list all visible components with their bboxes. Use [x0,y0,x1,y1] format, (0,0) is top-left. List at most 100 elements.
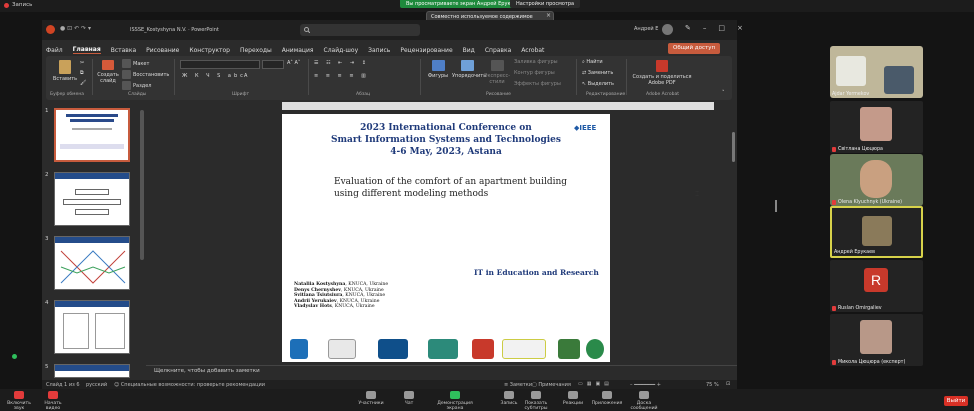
slide-thumbnail-3[interactable] [54,236,130,290]
share-screen-icon [450,391,460,399]
participant-tile-active[interactable]: Андрей Ерукаев [830,206,923,258]
font-family-select[interactable] [180,60,260,69]
thumb-number: 3 [45,236,49,242]
menu-tab[interactable]: Главная [72,46,101,54]
menu-tab[interactable]: Переходы [240,47,272,54]
autosave-toggle-icon[interactable]: ● ⊡ ↶ ↷ ▾ [60,25,91,32]
menu-tab[interactable]: Справка [485,47,511,54]
divider [420,59,421,95]
menu-tab[interactable]: Вставка [111,47,136,54]
accessibility-status[interactable]: ☺ Специальные возможности: проверьте рек… [114,382,265,388]
view-options-button[interactable]: Настройки просмотра [510,0,581,8]
replace-button[interactable]: ⇄ Заменить [582,70,613,76]
zoom-control-label: Показать субтитры [524,401,548,411]
fit-slide-icon[interactable]: ⊡ [726,381,730,387]
minimize-icon[interactable]: – [703,24,707,32]
view-buttons[interactable]: ▭▦▣▤ [578,381,613,387]
new-slide-button[interactable]: Создать слайд [96,60,120,84]
participant-name: Микола Цюцюра (експерт) [832,360,905,365]
participant-tile[interactable]: Olena Klyuchnyk (Ukraine) [830,154,923,206]
menu-tab[interactable]: Конструктор [189,47,230,54]
zoom-control-button[interactable]: Включить звук [4,391,34,411]
create-pdf-button[interactable]: Создать и поделиться Adobe PDF [632,60,692,86]
shape-fill-button[interactable]: Заливка фигуры [514,59,558,65]
menu-tab[interactable]: Рисование [146,47,179,54]
participant-tile[interactable]: R Ruslan Omirgaliev [830,260,923,312]
cut-icon[interactable]: ✂ [80,60,84,66]
zoom-control-button[interactable]: Демонстрация экрана [430,391,480,411]
panel-divider[interactable] [775,200,777,212]
close-icon[interactable]: × [546,13,551,19]
recording-indicator[interactable]: Запись [4,2,32,8]
slide[interactable]: 2023 International Conference on Smart I… [282,114,699,362]
zoom-control-button[interactable]: Показать субтитры [514,391,558,411]
menu-tab[interactable]: Анимация [282,47,314,54]
select-button[interactable]: ↖ Выделить [582,81,614,87]
group-font: Шрифт [232,92,250,97]
arrange-button[interactable]: Упорядочить [452,60,486,79]
avatar[interactable] [662,24,673,35]
pen-icon[interactable]: ✎ [685,24,691,32]
format-painter-icon[interactable]: 🖌 [80,80,86,86]
powerpoint-logo-icon [46,25,55,34]
zoom-control-button[interactable]: Чат [398,391,420,406]
zoom-control-button[interactable]: Участники [356,391,386,406]
slide-thumbnail-2[interactable] [54,172,130,226]
notes-pane[interactable]: Щелкните, чтобы добавить заметки [146,365,737,377]
thumb-chart [60,250,126,284]
find-button[interactable]: ⌕ Найти [582,59,603,65]
menu-tab[interactable]: Слайд-шоу [324,47,359,54]
slide-thumbnail-1[interactable] [54,108,130,162]
thumbnail-scrollbar[interactable] [140,110,144,260]
close-window-icon[interactable]: × [737,24,743,32]
participant-tile[interactable]: Микола Цюцюра (експерт) [830,314,923,366]
copy-icon[interactable]: ⧉ [80,70,84,76]
zoom-level[interactable]: 75 % [706,382,719,388]
reset-button[interactable]: Восстановить [122,70,169,79]
menu-tab[interactable]: Вид [463,47,475,54]
zoom-control-button[interactable]: Доска сообщений [624,391,664,411]
slide-thumbnail-4[interactable] [54,300,130,354]
menu-tab[interactable]: Acrobat [521,47,544,54]
slide-thumbnail-5[interactable] [54,364,130,378]
canvas-scrollbar[interactable] [732,112,737,232]
font-color-icon[interactable]: A [244,73,247,79]
express-styles-button[interactable]: Экспресс-стили [484,60,510,85]
comments-button[interactable]: ▢ Примечания [532,382,571,388]
layout-button[interactable]: Макет [122,59,149,68]
language-indicator[interactable]: русский [86,382,107,388]
zoom-control-button[interactable]: Начать видео [38,391,68,411]
search-box[interactable] [300,24,420,36]
notes-button[interactable]: ≡ Заметки [504,382,532,388]
author-line: Vladyslav Hots, KNUCA, Ukraine [294,304,388,310]
chevron-down-icon[interactable]: ˅ [722,90,725,96]
share-button[interactable]: Общий доступ [668,43,721,54]
font-size-select[interactable] [262,60,284,69]
section-button[interactable]: Раздел [122,81,151,90]
conference-title-line: 2023 International Conference on [360,123,532,133]
author-list[interactable]: Nataliia Kostyshyna, KNUCA, Ukraine Denys… [294,282,388,310]
paper-title[interactable]: Evaluation of the comfort of an apartmen… [334,176,604,200]
author-affiliation: , KNUCA, Ukraine [340,287,384,293]
paste-button[interactable]: Вставить [52,60,78,82]
track-title[interactable]: IT in Education and Research [474,268,599,277]
participant-tile[interactable]: Світлана Цюцюра [830,101,923,153]
zoom-control-button[interactable]: Реакции [560,391,586,406]
conference-title[interactable]: 2023 International Conference on Smart I… [282,122,610,158]
menu-tab[interactable]: Файл [46,47,63,54]
shapes-button[interactable]: Фигуры [426,60,450,79]
font-style-buttons[interactable]: Ж К Ч S abc [182,73,246,79]
menu-tab[interactable]: Запись [368,47,390,54]
zoom-control-button[interactable]: Приложения [590,391,624,406]
align-buttons[interactable]: ≡ ≡ ≡ ≡ ▥ [314,73,369,79]
leave-button[interactable]: Выйти [944,396,968,406]
list-buttons[interactable]: ☰ ☷ ⇤ ⇥ ↕ [314,60,369,66]
zoom-slider[interactable]: – ━━━━━━━ + [630,382,661,388]
shape-outline-button[interactable]: Контур фигуры [514,70,555,76]
font-grow-icon[interactable]: A˄ A˅ [287,60,300,66]
scroll-thumb[interactable] [732,132,735,162]
shape-effects-button[interactable]: Эффекты фигуры [514,81,561,87]
maximize-icon[interactable]: □ [718,24,725,32]
participant-tile[interactable]: Ajdar Yermekov [830,46,923,98]
menu-tab[interactable]: Рецензирование [400,47,452,54]
